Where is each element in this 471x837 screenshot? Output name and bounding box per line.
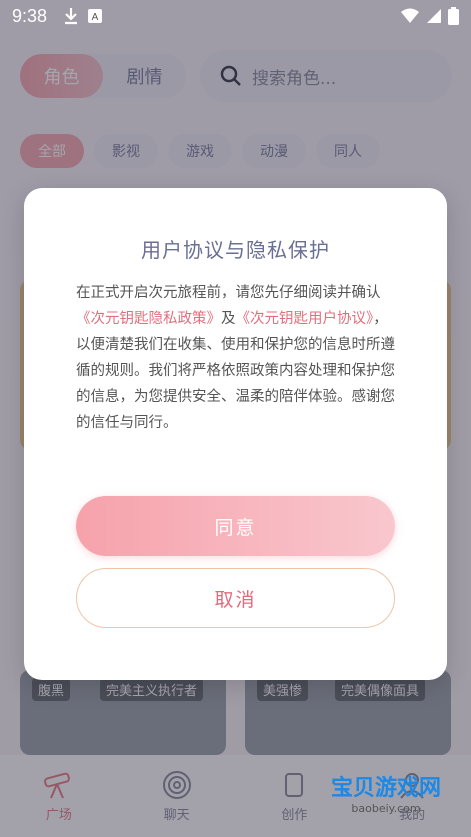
- privacy-policy-link[interactable]: 《次元钥匙隐私政策》: [76, 311, 221, 327]
- watermark-domain: baobeiy.com: [351, 802, 421, 815]
- body-and: 及: [221, 311, 236, 327]
- dialog-body: 在正式开启次元旅程前，请您先仔细阅读并确认《次元钥匙隐私政策》及《次元钥匙用户协…: [76, 280, 396, 436]
- wifi-icon: [401, 8, 419, 23]
- status-icons-left: A: [63, 7, 103, 25]
- status-bar: 9:38 A: [0, 0, 471, 32]
- body-rest: ，以便清楚我们在收集、使用和保护您的信息时所遵循的规则。我们将严格依照政策内容处…: [76, 311, 395, 431]
- signal-icon: [427, 9, 441, 23]
- battery-icon: [448, 7, 459, 25]
- app-notification-icon: A: [88, 9, 103, 23]
- body-intro: 在正式开启次元旅程前，请您先仔细阅读并确认: [76, 285, 381, 301]
- agree-button[interactable]: 同意: [76, 496, 395, 556]
- watermark-title: 宝贝游戏网: [330, 776, 441, 801]
- cancel-button[interactable]: 取消: [76, 568, 395, 628]
- user-agreement-link[interactable]: 《次元钥匙用户协议》: [236, 311, 374, 327]
- status-icons-right: [400, 7, 459, 25]
- svg-text:A: A: [92, 12, 99, 23]
- watermark: 宝贝游戏网 baobeiy.com: [331, 770, 441, 815]
- status-time: 9:38: [12, 5, 48, 26]
- privacy-dialog: 用户协议与隐私保护 在正式开启次元旅程前，请您先仔细阅读并确认《次元钥匙隐私政策…: [24, 188, 447, 680]
- dialog-title: 用户协议与隐私保护: [141, 238, 330, 262]
- download-icon: [65, 8, 78, 25]
